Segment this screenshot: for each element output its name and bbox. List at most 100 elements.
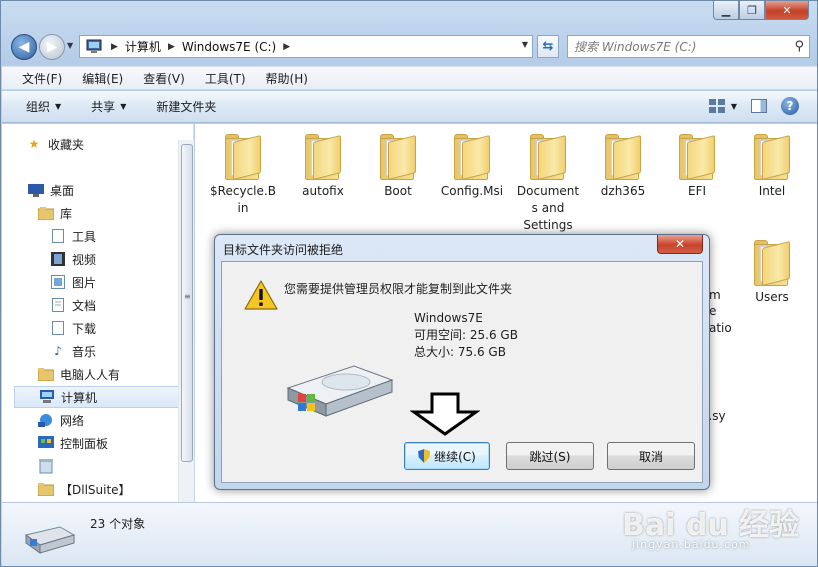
- menu-edit[interactable]: 编辑(E): [82, 70, 123, 87]
- share-button[interactable]: 共享 ▼: [91, 98, 126, 115]
- file-item[interactable]: Users: [736, 234, 808, 306]
- document-icon: [50, 298, 66, 312]
- new-folder-button[interactable]: 新建文件夹: [156, 98, 216, 115]
- document-icon: [50, 321, 66, 335]
- folder-icon: [677, 134, 717, 180]
- total-size: 总大小: 75.6 GB: [414, 345, 506, 359]
- file-item[interactable]: Document s and Settings: [512, 128, 584, 234]
- menu-bar: 文件(F) 编辑(E) 查看(V) 工具(T) 帮助(H): [2, 66, 817, 90]
- skip-button[interactable]: 跳过(S): [506, 442, 594, 470]
- preview-pane-icon[interactable]: [751, 99, 767, 113]
- nav-music[interactable]: ♪ 音乐: [50, 340, 96, 362]
- nav-pcpeople[interactable]: 电脑人人有: [38, 363, 120, 385]
- dialog-close-button[interactable]: ✕: [657, 235, 703, 254]
- breadcrumb: ▶ 计算机 ▶ Windows7E (C:) ▶: [104, 38, 297, 55]
- nav-computer[interactable]: 计算机: [14, 386, 186, 408]
- address-bar[interactable]: ▶ 计算机 ▶ Windows7E (C:) ▶ ▼: [79, 35, 533, 58]
- status-bar: 23 个对象: [2, 502, 817, 566]
- drive-info: Windows7E 可用空间: 25.6 GB 总大小: 75.6 GB: [414, 310, 518, 361]
- nav-video[interactable]: 视频: [50, 248, 96, 270]
- library-icon: [38, 206, 54, 220]
- file-item[interactable]: Boot: [362, 128, 434, 200]
- navigation-pane: ★ 收藏夹 桌面 库 工具 视频 图片 文档 下载 ♪ 音乐 电脑人人有 计算机: [2, 124, 194, 502]
- nav-downloads[interactable]: 下载: [50, 317, 96, 339]
- nav-video-label: 视频: [72, 252, 97, 267]
- folder-icon: [603, 134, 643, 180]
- breadcrumb-computer[interactable]: 计算机: [125, 38, 161, 55]
- file-item[interactable]: autofix: [287, 128, 359, 200]
- organize-label: 组织: [26, 100, 51, 114]
- dialog-message: 您需要提供管理员权限才能复制到此文件夹: [284, 282, 513, 296]
- file-item[interactable]: Intel: [736, 128, 808, 200]
- search-input[interactable]: [574, 39, 784, 54]
- nav-dllsuite[interactable]: 【DllSuite】: [38, 478, 131, 500]
- breadcrumb-separator-icon[interactable]: ▶: [168, 42, 175, 52]
- minimize-icon: ▁: [721, 3, 731, 17]
- nav-favorites[interactable]: ★ 收藏夹: [26, 133, 84, 155]
- file-item[interactable]: $Recycle.B in: [207, 128, 279, 217]
- chevron-down-icon: ▼: [67, 41, 74, 50]
- view-options-button[interactable]: ▼: [708, 99, 737, 113]
- file-item[interactable]: dzh365: [587, 128, 659, 200]
- history-dropdown-button[interactable]: ▼: [67, 41, 73, 50]
- nav-scrollbar-thumb[interactable]: ≡: [181, 144, 193, 462]
- forward-button[interactable]: ▶: [39, 34, 65, 60]
- nav-documents[interactable]: 文档: [50, 294, 96, 316]
- address-dropdown-icon[interactable]: ▼: [522, 40, 528, 49]
- menu-file[interactable]: 文件(F): [22, 70, 62, 87]
- close-icon: ✕: [782, 3, 792, 17]
- breadcrumb-separator-icon[interactable]: ▶: [283, 42, 290, 52]
- file-name: Document s and Settings: [516, 184, 580, 232]
- continue-button[interactable]: 继续(C): [404, 442, 490, 470]
- view-grid-icon: [708, 99, 725, 113]
- nav-network[interactable]: 网络: [38, 409, 84, 431]
- refresh-button[interactable]: ⇆: [537, 35, 559, 58]
- nav-pictures[interactable]: 图片: [50, 271, 96, 293]
- nav-favorites-label: 收藏夹: [48, 137, 85, 152]
- access-denied-dialog: 目标文件夹访问被拒绝 ✕ 您需要提供管理员权限才能复制到此文件夹 Windows…: [214, 234, 710, 490]
- close-button[interactable]: ✕: [765, 1, 809, 20]
- search-box: ⚲: [567, 35, 810, 58]
- back-button[interactable]: ◀: [11, 34, 37, 60]
- file-name: EFI: [687, 184, 707, 198]
- nav-recycle-bin[interactable]: [38, 455, 60, 477]
- file-name: autofix: [302, 184, 344, 198]
- control-panel-icon: [38, 436, 54, 450]
- nav-downloads-label: 下载: [72, 321, 97, 336]
- file-item[interactable]: EFI: [661, 128, 733, 200]
- nav-desktop-label: 桌面: [50, 183, 75, 198]
- hard-drive-icon: [284, 358, 394, 418]
- file-name: Boot: [384, 184, 412, 198]
- cancel-button[interactable]: 取消: [607, 442, 695, 470]
- maximize-button[interactable]: ❐: [739, 1, 765, 20]
- nav-library[interactable]: 库: [38, 202, 72, 224]
- file-item[interactable]: Config.Msi: [436, 128, 508, 200]
- file-name: Users: [755, 290, 789, 304]
- search-icon[interactable]: ⚲: [794, 39, 804, 54]
- help-icon[interactable]: ?: [781, 97, 799, 115]
- organize-button[interactable]: 组织 ▼: [26, 98, 61, 115]
- menu-tools[interactable]: 工具(T): [205, 70, 246, 87]
- nav-control-panel[interactable]: 控制面板: [38, 432, 108, 454]
- nav-pcpeople-label: 电脑人人有: [60, 367, 121, 382]
- nav-computer-label: 计算机: [61, 390, 98, 405]
- nav-tools[interactable]: 工具: [50, 225, 96, 247]
- minimize-button[interactable]: ▁: [713, 1, 739, 20]
- down-arrow-icon: [409, 392, 481, 436]
- menu-view[interactable]: 查看(V): [143, 70, 185, 87]
- warning-icon: [244, 280, 278, 310]
- hidden-item-fragment: e: [709, 304, 717, 318]
- nav-control-panel-label: 控制面板: [60, 436, 109, 451]
- document-icon: [50, 229, 66, 243]
- menu-help[interactable]: 帮助(H): [266, 70, 308, 87]
- breadcrumb-drive[interactable]: Windows7E (C:): [182, 40, 276, 54]
- breadcrumb-separator-icon[interactable]: ▶: [111, 42, 118, 52]
- nav-scrollbar[interactable]: ≡: [178, 140, 194, 502]
- folder-icon: [38, 482, 54, 496]
- dialog-title: 目标文件夹访问被拒绝: [223, 243, 344, 257]
- nav-desktop[interactable]: 桌面: [28, 179, 74, 201]
- network-icon: [38, 413, 54, 427]
- continue-label: 继续(C): [434, 449, 476, 464]
- nav-network-label: 网络: [60, 413, 85, 428]
- drive-name: Windows7E: [414, 311, 483, 325]
